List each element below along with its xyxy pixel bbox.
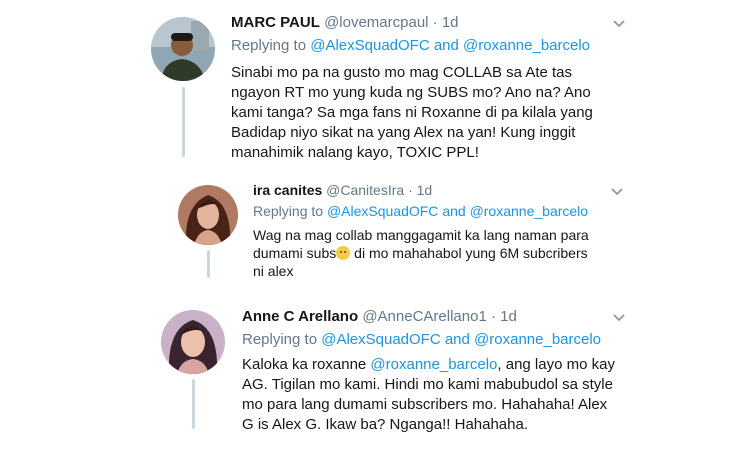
tweet-header: MARC PAUL @lovemarcpaul · 1d: [231, 14, 459, 31]
thread-line: [182, 87, 185, 157]
tweet-text-segment: Kaloka ka roxanne: [242, 356, 371, 373]
tweet-text-line: Kaloka ka roxanne @roxanne_barcelo, ang …: [242, 355, 737, 375]
mention-link[interactable]: @roxanne_barcelo: [463, 37, 590, 54]
tweet-text-line: mo para lang dumami subscribers mo. Haha…: [242, 396, 608, 413]
tweet-text-line: G is Alex G. Ikaw ba? Nganga!! Hahahaha.: [242, 416, 529, 433]
chevron-down-icon[interactable]: [612, 16, 626, 34]
tweet-header: ira canites @CanitesIra · 1d: [253, 182, 432, 198]
tweet-text-line: Sinabi mo pa na gusto mo mag COLLAB sa A…: [231, 64, 573, 81]
display-name[interactable]: MARC PAUL: [231, 14, 320, 31]
display-name[interactable]: ira canites: [253, 182, 322, 198]
tweet-text-segment: , ang layo mo kay: [497, 356, 615, 373]
tweet-text-line: AG. Tigilan mo kami. Hindi mo kami mabub…: [242, 376, 613, 393]
and-text: and: [433, 37, 459, 54]
thread-line: [207, 250, 210, 278]
mention-link[interactable]: @AlexSquadOFC: [327, 203, 438, 219]
replying-to-label: Replying to: [242, 331, 318, 348]
tweet-text-line: ni alex: [253, 263, 294, 279]
mention-link[interactable]: @roxanne_barcelo: [370, 356, 497, 373]
mention-link[interactable]: @AlexSquadOFC: [321, 331, 440, 348]
tweet-text-segment: di mo mahahabol yung 6M subcribers: [350, 245, 588, 261]
tweet-text-line: Wag na mag collab manggagamit ka lang na…: [253, 227, 589, 243]
separator-dot: ·: [490, 308, 496, 325]
tweet-text-line: ngayon RT mo yung kuda ng SUBS mo? Ano n…: [231, 84, 591, 101]
replying-to-label: Replying to: [253, 203, 324, 219]
replying-to-line: Replying to @AlexSquadOFC and @roxanne_b…: [242, 331, 601, 348]
tweet-header: Anne C Arellano @AnneCArellano1 · 1d: [242, 308, 517, 325]
avatar[interactable]: [151, 17, 215, 81]
timestamp[interactable]: 1d: [442, 14, 459, 31]
replying-to-line: Replying to @AlexSquadOFC and @roxanne_b…: [231, 37, 590, 54]
tweet-text: Sinabi mo pa na gusto mo mag COLLAB sa A…: [231, 63, 731, 163]
user-handle[interactable]: @lovemarcpaul: [324, 14, 428, 31]
chevron-down-icon[interactable]: [612, 310, 626, 328]
chevron-down-icon[interactable]: [610, 184, 624, 202]
mention-link[interactable]: @roxanne_barcelo: [474, 331, 601, 348]
and-text: and: [444, 331, 470, 348]
tweet-text-line: manahimik nalang kayo, TOXIC PPL!: [231, 144, 479, 161]
user-handle[interactable]: @CanitesIra: [326, 182, 404, 198]
separator-dot: ·: [408, 182, 413, 198]
and-text: and: [442, 203, 466, 219]
avatar[interactable]: [161, 310, 225, 374]
tweet-text: Wag na mag collab manggagamit ka lang na…: [253, 226, 733, 280]
replying-to-label: Replying to: [231, 37, 307, 54]
display-name[interactable]: Anne C Arellano: [242, 308, 358, 325]
tweet-text-segment: dumami subs: [253, 245, 337, 261]
timestamp[interactable]: 1d: [417, 182, 433, 198]
tweet-text: Kaloka ka roxanne @roxanne_barcelo, ang …: [242, 355, 737, 435]
timestamp[interactable]: 1d: [500, 308, 517, 325]
mention-link[interactable]: @AlexSquadOFC: [310, 37, 429, 54]
tweet-text-line: Badidap niyo sikat na yang Alex na yan! …: [231, 124, 576, 141]
user-handle[interactable]: @AnneCArellano1: [362, 308, 486, 325]
avatar[interactable]: [178, 185, 238, 245]
tweet-text-line: dumami subs di mo mahahabol yung 6M subc…: [253, 244, 733, 262]
separator-dot: ·: [432, 14, 438, 31]
tweet-anne-c-arellano: Anne C Arellano @AnneCArellano1 · 1d Rep…: [0, 295, 750, 445]
tweet-marc-paul: MARC PAUL @lovemarcpaul · 1d Replying to…: [0, 0, 750, 163]
thread-line: [192, 379, 195, 429]
tweet-text-line: kami tanga? Sa mga fans ni Roxanne di pa…: [231, 104, 593, 121]
mention-link[interactable]: @roxanne_barcelo: [470, 203, 589, 219]
pensive-face-emoji: [336, 246, 351, 260]
replying-to-line: Replying to @AlexSquadOFC and @roxanne_b…: [253, 203, 588, 219]
tweet-ira-canites: ira canites @CanitesIra · 1d Replying to…: [0, 170, 750, 280]
